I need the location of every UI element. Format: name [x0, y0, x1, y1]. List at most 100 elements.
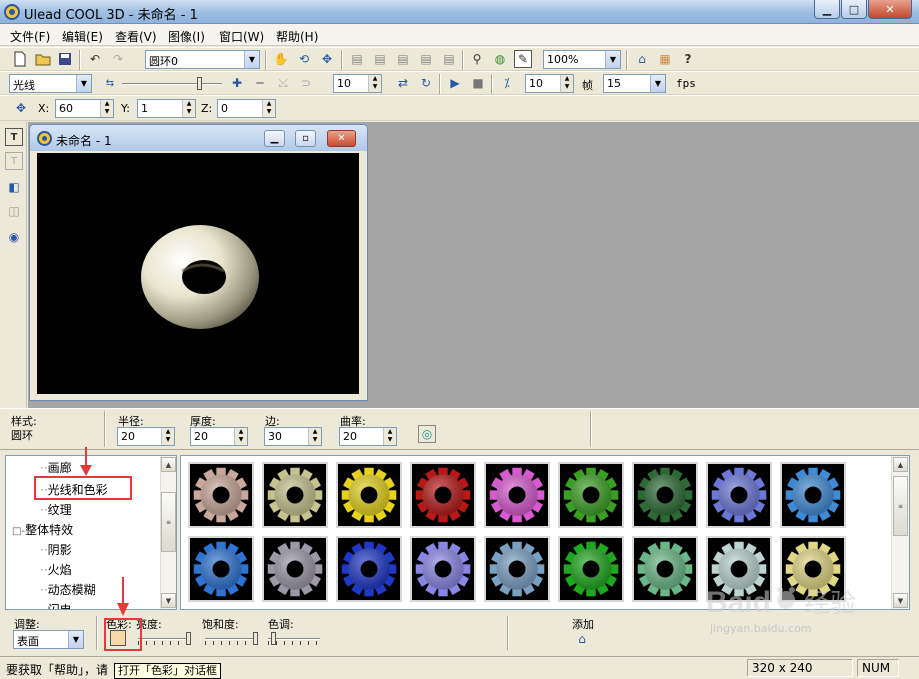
effect-thumbnail[interactable] [558, 462, 624, 528]
x-spinner[interactable]: 60 ▲ ▼ [55, 99, 114, 118]
image-export-icon[interactable]: ▦ [656, 50, 674, 68]
minimize-button[interactable]: ▁ [814, 0, 840, 19]
torus-object[interactable] [37, 153, 359, 394]
menu-window[interactable]: 窗口(W) [219, 28, 264, 45]
doc-maximize-button[interactable]: ▫ [295, 130, 316, 147]
add-keyframe-icon[interactable]: ✚ [228, 74, 246, 92]
menu-file[interactable]: 文件(F) [10, 28, 50, 45]
saturation-slider[interactable] [205, 632, 258, 646]
scroll-thumb[interactable]: ≡ [893, 476, 908, 536]
redo-icon[interactable]: ↷ [109, 50, 127, 68]
reverse-icon[interactable]: ⊃ [297, 74, 315, 92]
tree-item-texture[interactable]: ··纹理 [40, 501, 72, 518]
remove-keyframe-icon[interactable]: ━ [251, 74, 269, 92]
align-right-icon[interactable]: ▤ [394, 50, 412, 68]
save-icon[interactable] [56, 50, 74, 68]
tree-item-lightning[interactable]: ··闪电 [40, 601, 72, 609]
effect-thumbnail[interactable] [188, 462, 254, 528]
curvature-spinner[interactable]: 20 ▲ ▼ [339, 427, 397, 446]
new-file-icon[interactable] [11, 50, 29, 68]
frame-spinner[interactable]: 10 ▲ ▼ [525, 74, 574, 93]
stop-icon[interactable]: ■ [469, 74, 487, 92]
adjust-select[interactable]: 表面 ▼ [13, 630, 84, 649]
edit-box-icon[interactable]: ✎ [514, 50, 532, 68]
effect-thumbnail[interactable] [410, 536, 476, 602]
insert-geometry-icon[interactable]: ◧ [5, 178, 23, 196]
y-spinner[interactable]: 1 ▲ ▼ [137, 99, 196, 118]
timeline-arrows-icon[interactable]: ⇆ [101, 74, 119, 92]
effect-thumbnail[interactable] [262, 536, 328, 602]
edit-geometry-icon[interactable]: ◫ [5, 202, 23, 220]
hue-slider[interactable] [268, 632, 320, 646]
scroll-thumb[interactable]: ≡ [161, 492, 176, 552]
z-spinner[interactable]: 0 ▲ ▼ [217, 99, 276, 118]
zoom-select[interactable]: 100% ▼ [543, 50, 621, 69]
position-tool-icon[interactable]: ✥ [12, 99, 30, 117]
effect-thumbnail[interactable] [336, 536, 402, 602]
split-keyframe-icon[interactable]: ⤩ [274, 74, 292, 92]
menu-image[interactable]: 图像(I) [168, 28, 205, 45]
loop-icon[interactable]: ⇄ [394, 74, 412, 92]
doc-minimize-button[interactable]: ▁ [264, 130, 285, 147]
tree-scrollbar[interactable]: ▲ ≡ ▼ [160, 456, 176, 609]
web-export-icon[interactable]: ⌂ [633, 50, 651, 68]
rotate-object-icon[interactable]: ⟲ [295, 50, 313, 68]
effect-thumbnail[interactable] [632, 536, 698, 602]
effect-thumbnail[interactable] [336, 462, 402, 528]
edges-spinner[interactable]: 30 ▲ ▼ [264, 427, 322, 446]
align-top-icon[interactable]: ▤ [417, 50, 435, 68]
repeat-icon[interactable]: ↻ [417, 74, 435, 92]
menu-help[interactable]: 帮助(H) [276, 28, 318, 45]
effect-thumbnail[interactable] [558, 536, 624, 602]
add-to-gallery-icon[interactable]: ⌂ [573, 630, 591, 648]
effect-thumbnail[interactable] [706, 462, 772, 528]
move-object-icon[interactable]: ✥ [318, 50, 336, 68]
undo-icon[interactable]: ↶ [86, 50, 104, 68]
tree-expander-icon[interactable]: □- [12, 526, 25, 537]
scroll-up-icon[interactable]: ▲ [161, 457, 176, 472]
hand-icon[interactable]: ✋ [272, 50, 290, 68]
menu-view[interactable]: 查看(V) [115, 28, 157, 45]
brightness-slider[interactable] [138, 632, 191, 646]
radius-spinner[interactable]: 20 ▲ ▼ [117, 427, 175, 446]
status-help-text: 要获取「帮助」，请 [6, 663, 109, 677]
effect-thumbnail[interactable] [410, 462, 476, 528]
effect-thumbnail[interactable] [484, 462, 550, 528]
effect-thumbnail[interactable] [780, 462, 846, 528]
context-help-icon[interactable]: ? [679, 50, 697, 68]
scroll-up-icon[interactable]: ▲ [893, 457, 908, 472]
maximize-button[interactable]: □ [841, 0, 867, 19]
insert-torus-icon[interactable]: ◉ [5, 228, 23, 246]
effect-thumbnail[interactable] [262, 462, 328, 528]
align-bottom-icon[interactable]: ▤ [440, 50, 458, 68]
close-button[interactable]: ✕ [868, 0, 912, 19]
edit-text-icon[interactable]: T [5, 152, 23, 170]
align-left-icon[interactable]: ▤ [348, 50, 366, 68]
insert-text-icon[interactable]: T [5, 128, 23, 146]
tree-item-shadow[interactable]: ··阴影 [40, 541, 72, 558]
tree-item-motion-blur[interactable]: ··动态模糊 [40, 581, 96, 598]
play-icon[interactable]: ▶ [446, 74, 464, 92]
effect-thumbnail[interactable] [484, 536, 550, 602]
effect-thumbnail[interactable] [188, 536, 254, 602]
torus-shape-icon[interactable]: ◎ [418, 425, 436, 443]
keyframe-spinner[interactable]: 10 ▲ ▼ [333, 74, 382, 93]
timeline-slider[interactable] [122, 77, 222, 91]
menu-edit[interactable]: 编辑(E) [62, 28, 103, 45]
scroll-down-icon[interactable]: ▼ [161, 593, 176, 608]
globe-icon[interactable]: ◍ [491, 50, 509, 68]
object-select[interactable]: 圆环0 ▼ [145, 50, 260, 69]
fps-select[interactable]: 15 ▼ [603, 74, 666, 93]
link-icon[interactable]: ⚲ [468, 50, 486, 68]
category-select-value: 光线 [13, 79, 35, 92]
doc-close-button[interactable]: ✕ [327, 130, 356, 147]
effect-thumbnail[interactable] [632, 462, 698, 528]
align-center-icon[interactable]: ▤ [371, 50, 389, 68]
tree-item-fire[interactable]: ··火焰 [40, 561, 72, 578]
tree-item-gallery[interactable]: ··画廊 [40, 459, 72, 476]
tree-item-global-effects[interactable]: □-整体特效 [12, 521, 73, 538]
open-folder-icon[interactable] [34, 50, 52, 68]
category-select[interactable]: 光线 ▼ [9, 74, 92, 93]
thickness-spinner[interactable]: 20 ▲ ▼ [190, 427, 248, 446]
render-canvas[interactable] [37, 153, 359, 394]
